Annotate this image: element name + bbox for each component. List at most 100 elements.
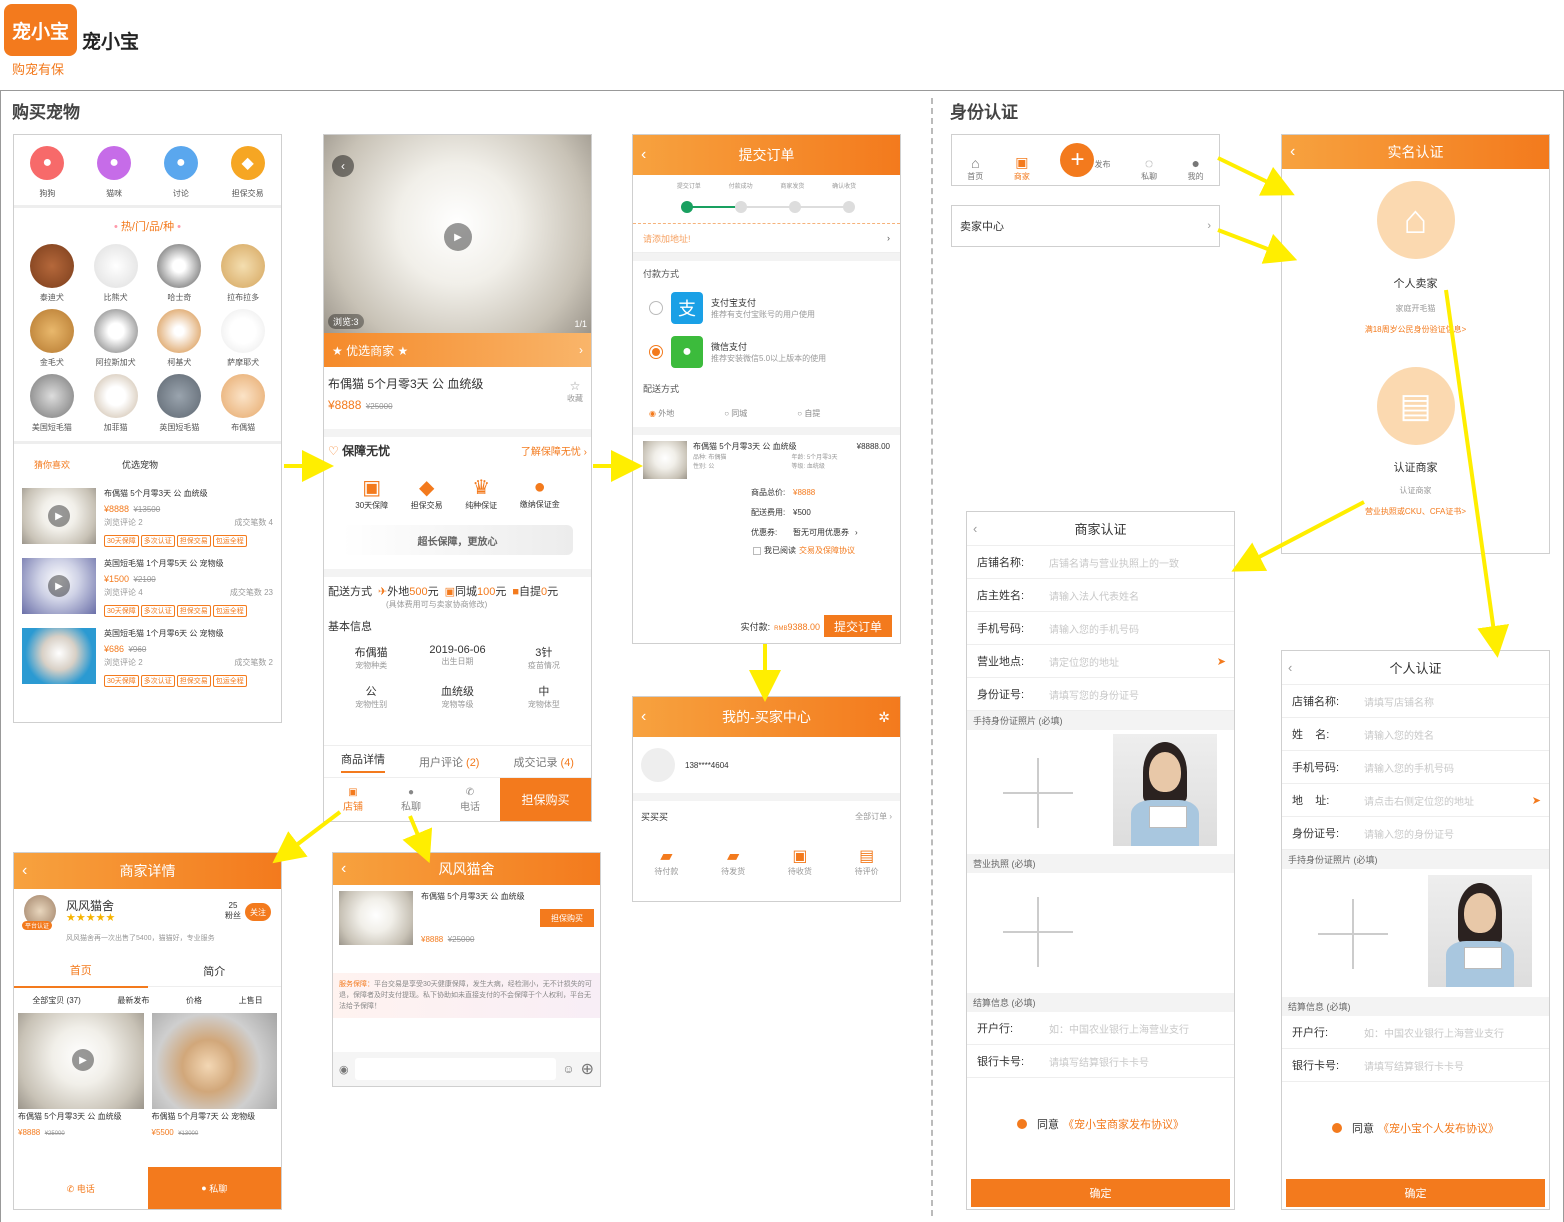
breed-item[interactable]: 哈士奇 <box>148 244 212 303</box>
filter-price[interactable]: 价格 <box>186 995 202 1006</box>
breed-item[interactable]: 萨摩耶犬 <box>211 309 275 368</box>
learn-guarantee-link[interactable]: 了解保障无忧 › <box>521 443 587 458</box>
tab-featured[interactable]: 优选宠物 <box>122 458 158 471</box>
confirm-button[interactable]: 确定 <box>1286 1179 1545 1207</box>
filter-all[interactable]: 全部宝贝 (37) <box>32 995 80 1006</box>
order-status-item[interactable]: ▣ 待收货 <box>788 846 812 877</box>
play-icon[interactable]: ▶ <box>444 223 472 251</box>
seller-center-row[interactable]: 卖家中心 › <box>951 205 1220 247</box>
back-icon[interactable]: ‹ <box>973 521 977 536</box>
back-icon[interactable]: ‹ <box>641 146 646 164</box>
category-discuss[interactable]: ● 讨论 <box>151 145 211 199</box>
breed-item[interactable]: 拉布拉多 <box>211 244 275 303</box>
address-field[interactable]: 地 址: 请点击右侧定位您的地址 ➤ <box>1282 784 1549 817</box>
category-dog[interactable]: ● 狗狗 <box>17 145 77 199</box>
ship-option[interactable]: ○ 同城 <box>724 408 747 419</box>
plus-icon[interactable]: ⊕ <box>581 1059 594 1079</box>
back-icon[interactable]: ‹ <box>641 708 646 726</box>
breed-item[interactable]: 布偶猫 <box>211 374 275 433</box>
shop-name-field[interactable]: 店铺名称: 店铺名请与营业执照上的一致 <box>967 546 1234 579</box>
id-number-field[interactable]: 身份证号: 请填写您的身份证号 <box>967 678 1234 711</box>
location-field[interactable]: 营业地点: 请定位您的地址 ➤ <box>967 645 1234 678</box>
call-button[interactable]: ✆ 电话 <box>14 1182 148 1195</box>
tab-guess[interactable]: 猜你喜欢 <box>34 458 70 471</box>
address-row[interactable]: 请添加地址! › <box>633 223 900 253</box>
voice-icon[interactable]: ◉ <box>339 1063 349 1076</box>
location-icon[interactable]: ➤ <box>1532 794 1541 807</box>
license-upload[interactable] <box>967 873 1234 993</box>
agreement-row[interactable]: 同意 《宠小宝个人发布协议》 <box>1282 1120 1549 1136</box>
personal-seller-option[interactable]: ⌂ 个人卖家 家庭开毛猫 满18周岁公民身份验证信息> <box>1282 169 1549 335</box>
breed-item[interactable]: 金毛犬 <box>20 309 84 368</box>
filter-date[interactable]: 上售日 <box>239 995 263 1006</box>
product-row[interactable]: ▶ 布偶猫 5个月零3天 公 血统级 ¥8888 ¥13500 浏览评论 2 成交… <box>22 484 273 554</box>
emoji-icon[interactable]: ☺ <box>562 1062 574 1076</box>
confirm-button[interactable]: 确定 <box>971 1179 1230 1207</box>
back-icon[interactable]: ‹ <box>1290 143 1295 161</box>
shop-name-field[interactable]: 店铺名称: 请填写店铺名称 <box>1282 685 1549 718</box>
all-orders-link[interactable]: 全部订单 › <box>855 811 892 822</box>
back-icon[interactable]: ‹ <box>1288 660 1292 675</box>
tab-reviews[interactable]: 用户评论 (2) <box>419 754 480 770</box>
nav-publish[interactable]: + 发布 <box>1060 143 1110 177</box>
back-icon[interactable]: ‹ <box>22 862 27 880</box>
order-status-item[interactable]: ▤ 待评价 <box>855 846 879 877</box>
phone-field[interactable]: 手机号码: 请输入您的手机号码 <box>1282 751 1549 784</box>
breed-item[interactable]: 美国短毛猫 <box>20 374 84 433</box>
agree-row[interactable]: 我已阅读 交易及保障协议 <box>633 545 900 556</box>
submit-order-button[interactable]: 提交订单 <box>824 615 892 637</box>
name-field[interactable]: 姓 名: 请输入您的姓名 <box>1282 718 1549 751</box>
favorite-button[interactable]: ☆ 收藏 <box>567 379 583 404</box>
card-number-field[interactable]: 银行卡号: 请填写结算银行卡卡号 <box>967 1045 1234 1078</box>
message-input[interactable] <box>354 1058 557 1080</box>
shop-item[interactable]: ▶ 布偶猫 5个月零3天 公 血统级 ¥8888 ¥25000 <box>18 1013 144 1140</box>
id-photo-upload[interactable] <box>967 730 1234 854</box>
product-row[interactable]: 英国短毛猫 1个月零6天 公 宠物级 ¥686 ¥960 浏览评论 2 成交笔数 … <box>22 624 273 694</box>
card-number-field[interactable]: 银行卡号: 请填写结算银行卡卡号 <box>1282 1049 1549 1082</box>
location-icon[interactable]: ➤ <box>1217 655 1226 668</box>
pay-alipay[interactable]: 支 支付宝支付 推荐有支付宝账号的用户使用 <box>633 286 900 330</box>
breed-item[interactable]: 泰迪犬 <box>20 244 84 303</box>
ship-option[interactable]: ◉ 外地 <box>649 408 674 419</box>
owner-name-field[interactable]: 店主姓名: 请输入法人代表姓名 <box>967 579 1234 612</box>
coupon-row[interactable]: 优惠券: 暂无可用优惠券 › <box>751 523 900 543</box>
shop-item[interactable]: 布偶猫 5个月零7天 公 宠物级 ¥5500 ¥13000 <box>151 1013 277 1140</box>
category-guarantee[interactable]: ◆ 担保交易 <box>218 145 278 199</box>
filter-latest[interactable]: 最新发布 <box>117 995 149 1006</box>
pay-wechat[interactable]: ● 微信支付 推荐安装微信5.0以上版本的使用 <box>633 330 900 374</box>
featured-banner[interactable]: ★ 优选商家 ★ › <box>324 333 591 367</box>
tab-home[interactable]: 首页 <box>14 954 148 988</box>
follow-button[interactable]: 关注 <box>245 903 271 921</box>
order-status-item[interactable]: ▰ 待付款 <box>654 846 678 877</box>
tab-deals[interactable]: 成交记录 (4) <box>513 754 574 770</box>
bank-field[interactable]: 开户行: 如：中国农业银行上海营业支行 <box>1282 1016 1549 1049</box>
ship-option[interactable]: ○ 自提 <box>797 408 820 419</box>
nav-mine[interactable]: ● 我的 <box>1188 155 1204 182</box>
breed-item[interactable]: 英国短毛猫 <box>148 374 212 433</box>
product-row[interactable]: ▶ 英国短毛猫 1个月零5天 公 宠物级 ¥1500 ¥2100 浏览评论 4成… <box>22 554 273 624</box>
chat-button[interactable]: ● 私聊 <box>382 787 440 813</box>
shop-button[interactable]: ▣ 店铺 <box>324 787 382 813</box>
gear-icon[interactable]: ✲ <box>878 709 890 726</box>
guarantee-buy-button[interactable]: 担保购买 <box>500 777 591 821</box>
breed-item[interactable]: 阿拉斯加犬 <box>84 309 148 368</box>
guarantee-buy-button[interactable]: 担保购买 <box>540 909 594 927</box>
breed-item[interactable]: 加菲猫 <box>84 374 148 433</box>
phone-button[interactable]: ✆ 电话 <box>440 787 500 813</box>
breed-item[interactable]: 比熊犬 <box>84 244 148 303</box>
id-number-field[interactable]: 身份证号: 请输入您的身份证号 <box>1282 817 1549 850</box>
phone-field[interactable]: 手机号码: 请输入您的手机号码 <box>967 612 1234 645</box>
category-cat[interactable]: ● 猫咪 <box>84 145 144 199</box>
back-icon[interactable]: ‹ <box>332 155 354 177</box>
bank-field[interactable]: 开户行: 如：中国农业银行上海营业支行 <box>967 1012 1234 1045</box>
id-photo-upload[interactable] <box>1282 869 1549 997</box>
agreement-row[interactable]: 同意 《宠小宝商家发布协议》 <box>967 1116 1234 1132</box>
breed-item[interactable]: 柯基犬 <box>148 309 212 368</box>
chat-button[interactable]: ● 私聊 <box>147 1167 281 1209</box>
merchant-option[interactable]: ▤ 认证商家 认证商家 营业执照或CKU、CFA证书> <box>1282 335 1549 517</box>
buyer-profile[interactable]: 138****4604 <box>633 737 900 793</box>
nav-chat[interactable]: ◌ 私聊 <box>1141 155 1157 182</box>
nav-shop[interactable]: ▣ 商家 <box>1014 154 1030 182</box>
nav-home[interactable]: ⌂ 首页 <box>967 155 983 182</box>
order-status-item[interactable]: ▰ 待发货 <box>721 846 745 877</box>
